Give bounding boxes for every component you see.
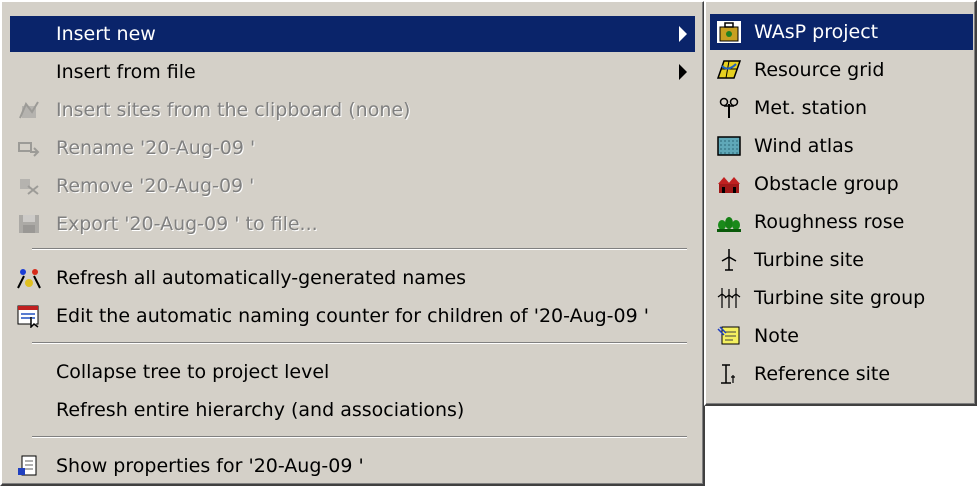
menu-item-insert-from-file[interactable]: Insert from file: [10, 54, 695, 90]
naming-counter-icon: [16, 304, 42, 329]
export-icon: [16, 212, 42, 236]
rename-icon: [16, 136, 42, 160]
menu-item-insert-sites-clipboard[interactable]: Insert sites from the clipboard (none): [10, 92, 695, 128]
wasp-project-icon: [716, 20, 742, 44]
context-menu: Insert new Insert from file Insert sites…: [0, 0, 705, 486]
submenu-item-turbine-site[interactable]: Turbine site: [710, 242, 973, 278]
menu-item-label: Remove '20-Aug-09 ': [56, 175, 255, 197]
submenu-item-label: WAsP project: [754, 21, 879, 43]
refresh-names-icon: [16, 266, 42, 290]
submenu-item-label: Reference site: [754, 363, 891, 385]
menu-item-label: Insert from file: [56, 61, 196, 83]
turbine-site-group-icon: [716, 286, 742, 310]
menu-separator: [32, 342, 687, 344]
obstacle-group-icon: [716, 172, 742, 196]
submenu-item-label: Met. station: [754, 97, 867, 119]
submenu-item-reference-site[interactable]: Reference site: [710, 356, 973, 392]
menu-item-label: Edit the automatic naming counter for ch…: [56, 305, 649, 327]
submenu-item-label: Turbine site group: [754, 287, 926, 309]
roughness-rose-icon: [716, 210, 742, 234]
submenu-item-turbine-site-group[interactable]: Turbine site group: [710, 280, 973, 316]
menu-item-label: Rename '20-Aug-09 ': [56, 137, 256, 159]
menu-item-show-properties[interactable]: Show properties for '20-Aug-09 ': [10, 448, 695, 484]
menu-item-edit-naming-counter[interactable]: Edit the automatic naming counter for ch…: [10, 298, 695, 334]
submenu-item-note[interactable]: Note: [710, 318, 973, 354]
submenu-item-resource-grid[interactable]: Resource grid: [710, 52, 973, 88]
menu-item-label: Show properties for '20-Aug-09 ': [56, 455, 364, 477]
menu-item-label: Refresh all automatically-generated name…: [56, 267, 467, 289]
submenu-item-wasp-project[interactable]: WAsP project: [710, 14, 973, 50]
remove-icon: [16, 174, 42, 198]
submenu-item-met-station[interactable]: Met. station: [710, 90, 973, 126]
submenu-item-label: Turbine site: [754, 249, 865, 271]
met-station-icon: [716, 96, 742, 120]
submenu-item-label: Obstacle group: [754, 173, 899, 195]
wind-atlas-icon: [716, 134, 742, 158]
menu-item-label: Insert sites from the clipboard (none): [56, 99, 411, 121]
menu-item-collapse-tree[interactable]: Collapse tree to project level: [10, 354, 695, 390]
note-icon: [716, 324, 742, 348]
menu-item-refresh-names[interactable]: Refresh all automatically-generated name…: [10, 260, 695, 296]
menu-item-refresh-hierarchy[interactable]: Refresh entire hierarchy (and associatio…: [10, 392, 695, 428]
menu-item-remove[interactable]: Remove '20-Aug-09 ': [10, 168, 695, 204]
submenu-item-label: Roughness rose: [754, 211, 905, 233]
submenu-item-label: Note: [754, 325, 799, 347]
menu-item-label: Export '20-Aug-09 ' to file...: [56, 213, 318, 235]
submenu-item-wind-atlas[interactable]: Wind atlas: [710, 128, 973, 164]
resource-grid-icon: [716, 58, 742, 82]
submenu-item-obstacle-group[interactable]: Obstacle group: [710, 166, 973, 202]
menu-item-label: Insert new: [56, 23, 156, 45]
submenu-item-roughness-rose[interactable]: Roughness rose: [710, 204, 973, 240]
menu-separator: [32, 436, 687, 438]
menu-item-label: Collapse tree to project level: [56, 361, 330, 383]
submenu-item-label: Wind atlas: [754, 135, 854, 157]
properties-icon: [16, 454, 42, 478]
submenu-arrow-icon: [679, 64, 687, 80]
menu-separator: [32, 248, 687, 250]
menu-item-label: Refresh entire hierarchy (and associatio…: [56, 399, 465, 421]
submenu-arrow-icon: [679, 26, 687, 42]
clipboard-sites-icon: [16, 98, 42, 122]
insert-new-submenu: WAsP project Resource grid Met. station …: [704, 0, 977, 406]
menu-item-rename[interactable]: Rename '20-Aug-09 ': [10, 130, 695, 166]
submenu-item-label: Resource grid: [754, 59, 885, 81]
menu-item-insert-new[interactable]: Insert new: [10, 16, 695, 52]
reference-site-icon: [716, 362, 742, 386]
turbine-site-icon: [716, 248, 742, 272]
menu-item-export[interactable]: Export '20-Aug-09 ' to file...: [10, 206, 695, 242]
